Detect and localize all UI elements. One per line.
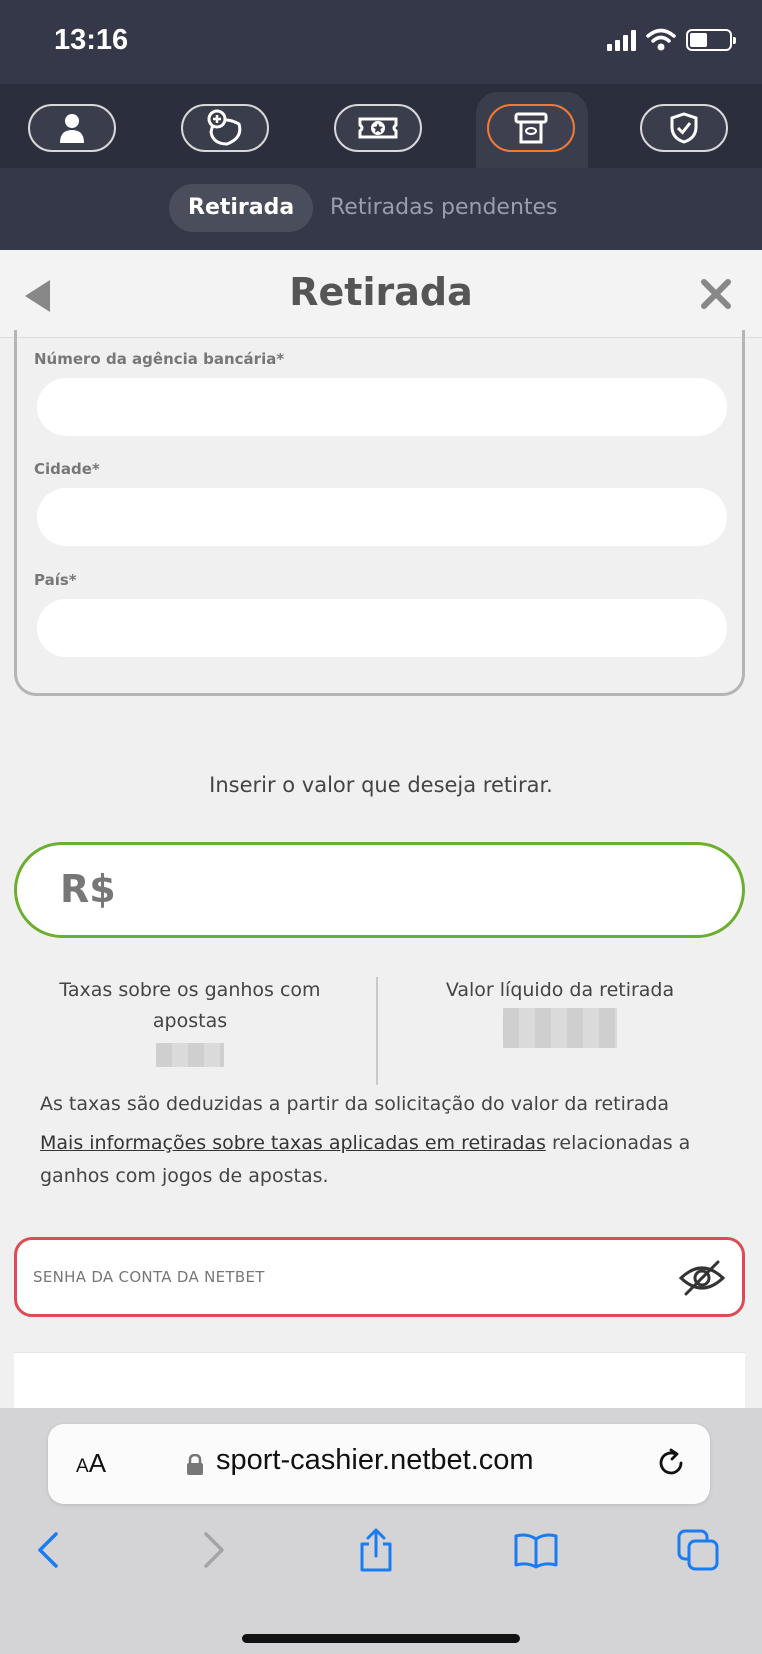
tax-column: Taxas sobre os ganhos com apostas <box>40 975 340 1067</box>
close-icon[interactable] <box>700 278 732 310</box>
battery-icon <box>686 29 736 51</box>
chevron-right-icon <box>204 1532 224 1568</box>
tab-pending-withdrawals[interactable]: Retiradas pendentes <box>330 184 558 232</box>
nav-deposit-button[interactable] <box>181 104 269 152</box>
next-section <box>14 1352 745 1412</box>
eye-off-icon[interactable] <box>678 1258 726 1298</box>
tax-value-redacted <box>156 1043 224 1067</box>
browser-back-button[interactable] <box>24 1526 72 1574</box>
more-info-note: Mais informações sobre taxas aplicadas e… <box>40 1127 730 1193</box>
nav-withdraw-button[interactable] <box>487 104 575 152</box>
country-input[interactable] <box>37 599 727 657</box>
fees-divider <box>376 977 378 1085</box>
lock-icon <box>187 1454 203 1475</box>
country-label: País* <box>34 571 77 589</box>
browser-nav-toolbar <box>0 1518 762 1588</box>
city-input[interactable] <box>37 488 727 546</box>
net-column: Valor líquido da retirada <box>395 975 725 1048</box>
status-time: 13:16 <box>54 24 129 56</box>
amount-instruction: Inserir o valor que deseja retirar. <box>209 773 553 797</box>
user-icon <box>60 114 84 143</box>
currency-symbol: R$ <box>60 867 116 911</box>
tabs-button[interactable] <box>674 1526 722 1574</box>
shield-check-icon <box>670 112 698 144</box>
password-placeholder: SENHA DA CONTA DA NETBET <box>33 1268 265 1286</box>
city-label: Cidade* <box>34 460 100 478</box>
tax-label: Taxas sobre os ganhos com apostas <box>59 979 321 1032</box>
fees-summary: Taxas sobre os ganhos com apostas Valor … <box>0 975 762 1085</box>
cash-withdraw-icon <box>514 112 548 144</box>
star-ticket-icon <box>358 117 398 139</box>
wallet-add-icon <box>207 109 242 146</box>
status-icons <box>607 28 736 52</box>
book-icon <box>514 1533 558 1569</box>
account-nav <box>0 84 762 168</box>
bank-details-form: Número da agência bancária* Cidade* País… <box>14 330 745 696</box>
browser-toolbar: AA sport-cashier.netbet.com <box>0 1408 762 1654</box>
bookmarks-button[interactable] <box>512 1526 560 1574</box>
page-header: Retirada <box>0 250 762 338</box>
agency-number-input[interactable] <box>37 378 727 436</box>
wifi-icon <box>646 28 676 51</box>
tabs-icon <box>677 1529 719 1571</box>
net-value-redacted <box>503 1008 617 1048</box>
chevron-left-icon <box>38 1532 58 1568</box>
page-title: Retirada <box>289 270 473 314</box>
status-bar: 13:16 <box>0 0 762 84</box>
withdraw-tabs: Retirada Retiradas pendentes <box>0 168 762 250</box>
nav-security-button[interactable] <box>640 104 728 152</box>
agency-number-label: Número da agência bancária* <box>34 350 285 368</box>
share-button[interactable] <box>352 1526 400 1574</box>
more-info-link[interactable]: Mais informações sobre taxas aplicadas e… <box>40 1132 546 1154</box>
tab-withdraw[interactable]: Retirada <box>169 184 314 232</box>
net-label: Valor líquido da retirada <box>445 979 675 1001</box>
share-icon <box>360 1528 392 1572</box>
nav-profile-button[interactable] <box>28 104 116 152</box>
address-bar[interactable]: AA sport-cashier.netbet.com <box>48 1424 710 1504</box>
password-field[interactable]: SENHA DA CONTA DA NETBET <box>14 1237 745 1317</box>
reader-text-size-button[interactable]: AA <box>76 1448 106 1479</box>
url-text: sport-cashier.netbet.com <box>216 1444 534 1476</box>
reload-icon[interactable] <box>654 1446 688 1480</box>
browser-forward-button[interactable] <box>190 1526 238 1574</box>
home-indicator <box>242 1634 520 1643</box>
deduction-note: As taxas são deduzidas a partir da solic… <box>40 1093 670 1115</box>
cellular-signal-icon <box>607 29 636 51</box>
nav-bonus-button[interactable] <box>334 104 422 152</box>
amount-input[interactable]: R$ <box>14 842 745 938</box>
